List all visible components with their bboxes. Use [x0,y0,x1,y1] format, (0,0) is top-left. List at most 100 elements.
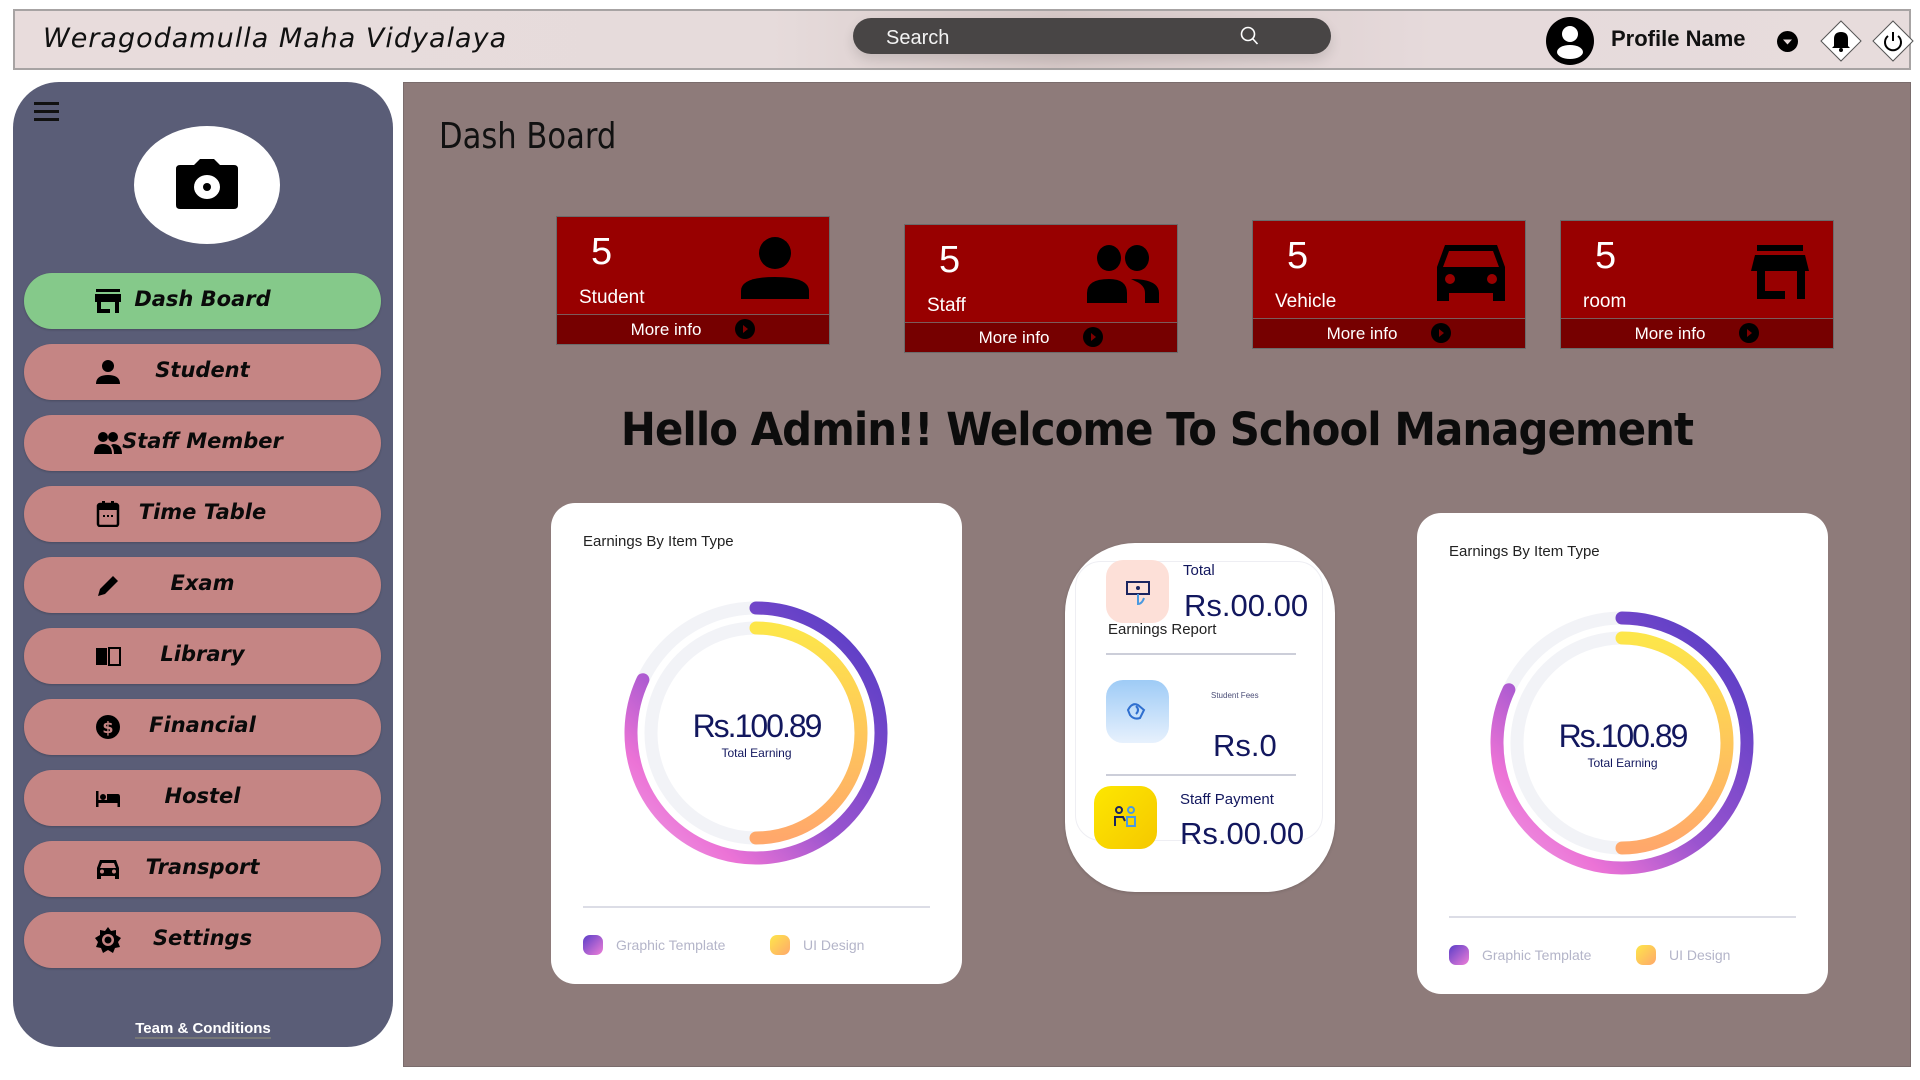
welcome-heading: Hello Admin!! Welcome To School Manageme… [620,403,1694,456]
stat-value: 5 [939,239,961,281]
arrow-right-circle-icon [1739,323,1760,343]
money-plant-icon [1126,581,1150,606]
stat-card-staff: 5 Staff More info [904,224,1178,353]
more-info-link[interactable]: More info [905,322,1177,352]
search-input[interactable]: Search [853,18,1331,54]
car-icon [1437,245,1505,301]
profile-photo-upload[interactable] [134,126,280,244]
sidebar-item-time-table[interactable]: Time Table [24,486,381,542]
bell-icon[interactable] [1820,20,1862,62]
stat-label: room [1583,291,1627,312]
search-placeholder: Search [886,27,950,49]
legend-label: UI Design [803,937,865,953]
stat-value: 5 [591,231,613,273]
more-info-link[interactable]: More info [1253,318,1525,348]
store-icon [1751,245,1809,299]
sidebar-item-staff-member[interactable]: Staff Member [24,415,381,471]
main-content: Dash Board 5 Student More info 5 Staff M… [403,82,1911,1067]
sidebar-item-label: Financial [149,713,256,737]
sidebar-item-label: Library [160,642,245,666]
fees-tile [1106,680,1169,743]
legend-label: Graphic Template [616,937,726,953]
arrow-right-circle-icon [1431,323,1452,343]
legend-label: Graphic Template [1482,947,1592,963]
divider [1106,774,1296,776]
divider [583,906,930,908]
total-label: Total [1183,562,1215,579]
total-value: Rs.00.00 [1184,588,1309,623]
more-info-link[interactable]: More info [557,314,829,344]
chart-center-label: Total Earning [1587,756,1658,770]
legend-swatch [1449,945,1469,965]
more-info-label: More info [978,328,1050,347]
earnings-chart-card: Earnings By Item Type Rs.100.89 Total Ea… [551,503,962,984]
chart-center-label: Total Earning [721,746,792,760]
power-icon[interactable] [1872,20,1914,62]
stat-label: Staff [927,295,966,316]
legend-item: UI Design [1636,945,1730,965]
profile-avatar-icon[interactable] [1546,17,1594,65]
staff-payment-tile [1094,786,1157,849]
stat-card-room: 5 room More info [1560,220,1834,349]
page-title: Dash Board [439,116,617,157]
chart-center-value: Rs.100.89 [1558,718,1689,754]
chart-center-value: Rs.100.89 [692,708,823,744]
staff-payment-value: Rs.00.00 [1180,816,1305,851]
arrow-right-circle-icon [735,319,756,339]
sidebar-item-hostel[interactable]: Hostel [24,770,381,826]
sidebar-item-dashboard[interactable]: Dash Board [24,273,381,329]
sidebar-item-label: Student [155,358,250,382]
sidebar: Dash Board Student Staff Member Time Tab… [13,82,393,1047]
chart-title: Earnings By Item Type [1449,543,1600,560]
terms-conditions-link[interactable]: Team & Conditions [13,1020,393,1039]
legend-item: Graphic Template [1449,945,1591,965]
stat-card-student: 5 Student More info [556,216,830,345]
stat-label: Student [579,287,645,308]
earnings-report-card: Total Rs.00.00 Earnings Report Student F… [1065,543,1335,892]
app-title: Weragodamulla Maha Vidyalaya [43,23,508,54]
staff-payment-label: Staff Payment [1180,791,1274,808]
person-icon [741,237,809,299]
sidebar-item-label: Transport [145,855,260,879]
stat-value: 5 [1595,235,1617,277]
sidebar-item-label: Time Table [138,500,267,524]
sidebar-item-financial[interactable]: $ Financial [24,699,381,755]
more-info-label: More info [1326,324,1398,343]
sidebar-item-transport[interactable]: Transport [24,841,381,897]
more-info-label: More info [630,320,702,339]
handshake-icon [1126,703,1146,720]
staff-people-icon [1114,806,1136,827]
hamburger-icon[interactable] [34,102,59,124]
sidebar-item-settings[interactable]: Settings [24,912,381,968]
legend-swatch [770,935,790,955]
sidebar-item-label: Staff Member [122,429,283,453]
divider [1106,653,1296,655]
legend-swatch [583,935,603,955]
more-info-label: More info [1634,324,1706,343]
sidebar-item-library[interactable]: Library [24,628,381,684]
top-header: Weragodamulla Maha Vidyalaya Search Prof… [13,9,1914,70]
sidebar-item-label: Hostel [164,784,241,808]
legend-label: UI Design [1669,947,1731,963]
earnings-report-title: Earnings Report [1108,621,1217,638]
earnings-chart-card: Earnings By Item Type Rs.100.89 Total Ea… [1417,513,1828,994]
student-fees-value: Rs.0 [1213,728,1277,763]
sidebar-item-exam[interactable]: Exam [24,557,381,613]
sidebar-item-label: Exam [170,571,235,595]
legend-item: Graphic Template [583,935,725,955]
student-fees-label: Student Fees [1211,691,1259,700]
sidebar-item-student[interactable]: Student [24,344,381,400]
divider [1449,916,1796,918]
stat-value: 5 [1287,235,1309,277]
terms-conditions-label: Team & Conditions [135,1020,271,1039]
search-icon[interactable] [1239,26,1259,46]
profile-name[interactable]: Profile Name [1611,26,1746,52]
sidebar-item-label: Dash Board [134,287,271,311]
stat-label: Vehicle [1275,291,1337,312]
chevron-down-icon[interactable] [1777,31,1798,52]
people-icon [1087,245,1159,303]
legend-swatch [1636,945,1656,965]
more-info-link[interactable]: More info [1561,318,1833,348]
chart-title: Earnings By Item Type [583,533,734,550]
stat-card-vehicle: 5 Vehicle More info [1252,220,1526,349]
